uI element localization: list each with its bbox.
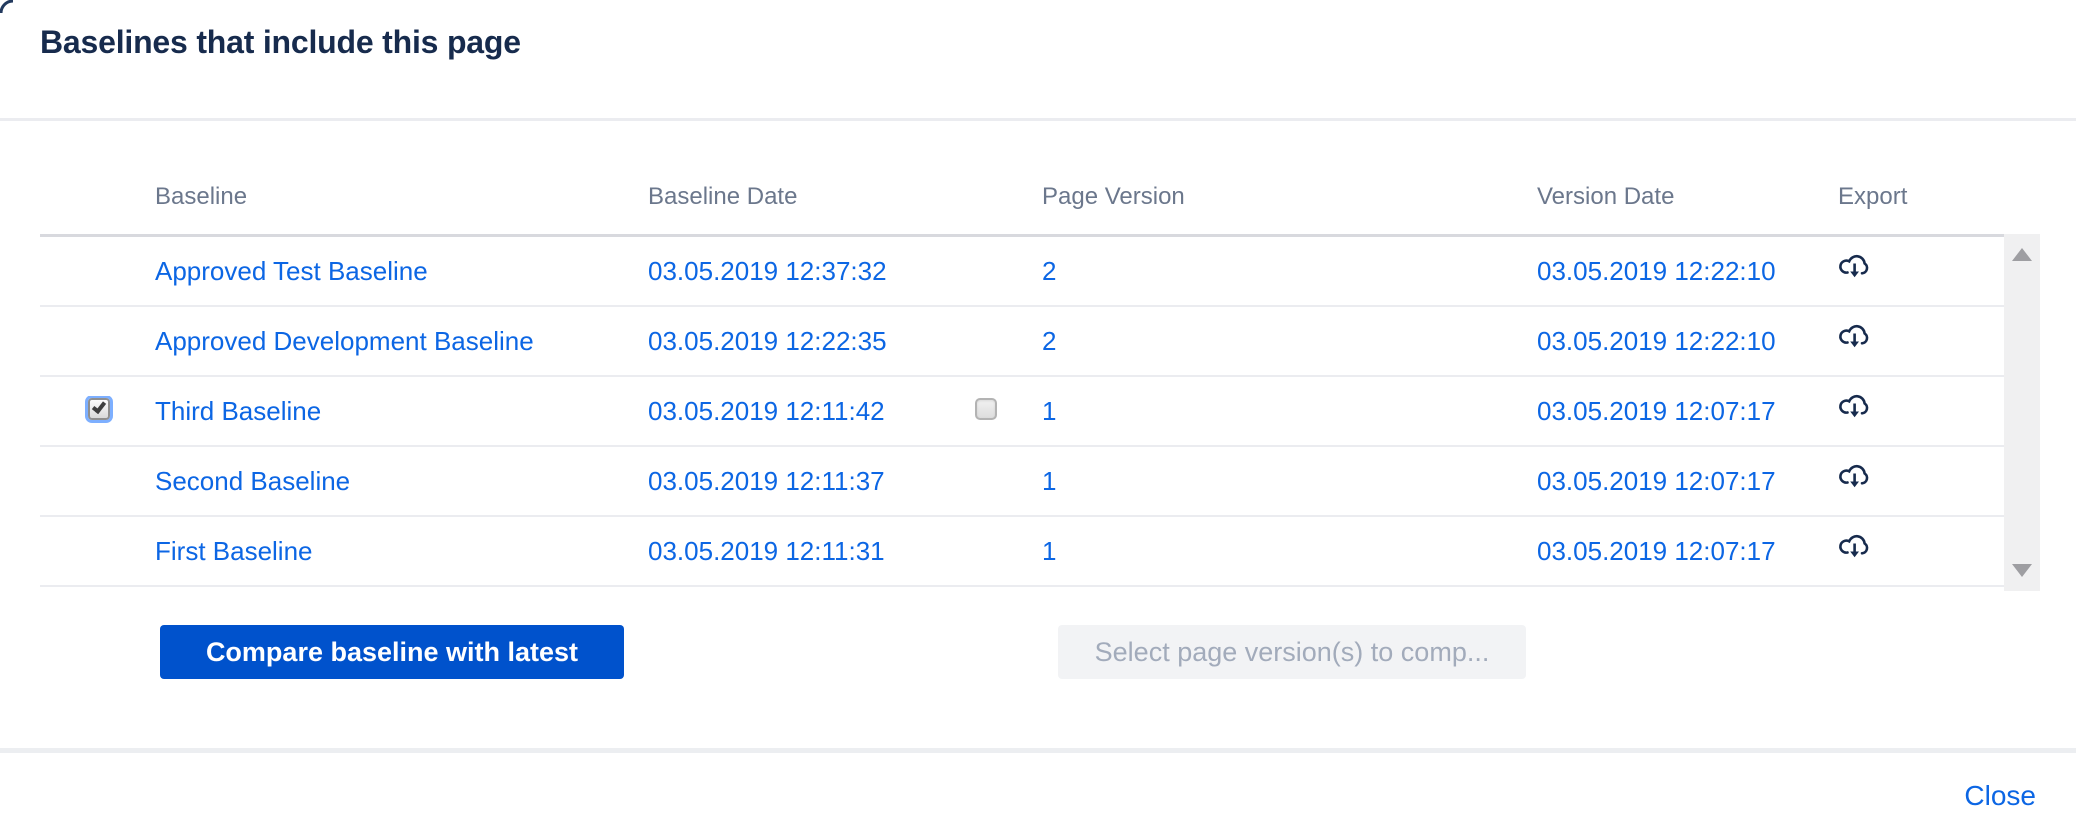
version-date-link[interactable]: 03.05.2019 12:22:10	[1537, 326, 1776, 356]
baseline-link[interactable]: Third Baseline	[155, 396, 321, 426]
scrollbar-up-arrow-icon[interactable]	[2012, 248, 2032, 261]
table-row: First Baseline 03.05.2019 12:11:31 1 03.…	[40, 517, 2004, 587]
version-date-link[interactable]: 03.05.2019 12:07:17	[1537, 466, 1776, 496]
row-page-version-cell: 1	[1042, 396, 1537, 427]
page-version-link[interactable]: 2	[1042, 256, 1056, 286]
baseline-date-link[interactable]: 03.05.2019 12:11:31	[648, 536, 885, 566]
page-version-link[interactable]: 2	[1042, 326, 1056, 356]
row-version-date-cell: 03.05.2019 12:07:17	[1537, 396, 1838, 427]
baselines-dialog: Baselines that include this page Baselin…	[0, 0, 2076, 837]
row-baseline-date-cell: 03.05.2019 12:11:42	[648, 396, 975, 427]
baseline-select-checkbox[interactable]	[88, 397, 110, 420]
baseline-date-link[interactable]: 03.05.2019 12:11:42	[648, 396, 885, 426]
baseline-link[interactable]: Second Baseline	[155, 466, 350, 496]
row-baseline-cell: Third Baseline	[155, 396, 648, 427]
row-baseline-cell: Approved Development Baseline	[155, 326, 648, 357]
row-version-checkbox-cell	[975, 466, 1042, 497]
row-version-checkbox-cell	[975, 396, 1042, 427]
row-export-cell	[1838, 253, 2004, 289]
column-header-baseline: Baseline	[155, 183, 248, 210]
baseline-link[interactable]: First Baseline	[155, 536, 313, 566]
row-version-date-cell: 03.05.2019 12:22:10	[1537, 326, 1838, 357]
compare-baseline-button[interactable]: Compare baseline with latest	[160, 625, 624, 679]
page-version-link[interactable]: 1	[1042, 396, 1056, 426]
row-export-cell	[1838, 323, 2004, 359]
table-row: Second Baseline 03.05.2019 12:11:37 1 03…	[40, 447, 2004, 517]
baselines-table: Baseline Baseline Date Page Version Vers…	[40, 160, 2004, 587]
version-date-link[interactable]: 03.05.2019 12:07:17	[1537, 536, 1776, 566]
row-version-checkbox-cell	[975, 326, 1042, 357]
row-version-date-cell: 03.05.2019 12:07:17	[1537, 536, 1838, 567]
table-body: Approved Test Baseline 03.05.2019 12:37:…	[40, 237, 2004, 587]
row-checkbox-cell	[40, 396, 155, 427]
footer-divider	[0, 748, 2076, 753]
table-header-row: Baseline Baseline Date Page Version Vers…	[40, 160, 2004, 237]
row-checkbox-cell	[40, 466, 155, 497]
cloud-download-icon[interactable]	[1838, 463, 1870, 492]
row-version-date-cell: 03.05.2019 12:07:17	[1537, 466, 1838, 497]
check-icon	[91, 398, 107, 414]
table-row: Third Baseline 03.05.2019 12:11:42 1 03.…	[40, 377, 2004, 447]
row-version-checkbox-cell	[975, 536, 1042, 567]
row-baseline-date-cell: 03.05.2019 12:11:37	[648, 466, 975, 497]
row-baseline-date-cell: 03.05.2019 12:37:32	[648, 256, 975, 287]
row-version-date-cell: 03.05.2019 12:22:10	[1537, 256, 1838, 287]
cloud-download-icon[interactable]	[1838, 533, 1870, 562]
baseline-link[interactable]: Approved Test Baseline	[155, 256, 428, 286]
page-version-link[interactable]: 1	[1042, 466, 1056, 496]
baseline-date-link[interactable]: 03.05.2019 12:11:37	[648, 466, 885, 496]
row-page-version-cell: 1	[1042, 536, 1537, 567]
row-page-version-cell: 2	[1042, 256, 1537, 287]
cloud-download-icon[interactable]	[1838, 253, 1870, 282]
row-baseline-date-cell: 03.05.2019 12:11:31	[648, 536, 975, 567]
close-link[interactable]: Close	[1964, 780, 2036, 812]
column-header-export: Export	[1838, 183, 1908, 210]
baseline-date-link[interactable]: 03.05.2019 12:22:35	[648, 326, 887, 356]
scrollbar-down-arrow-icon[interactable]	[2012, 564, 2032, 577]
baseline-link[interactable]: Approved Development Baseline	[155, 326, 534, 356]
column-header-page-version: Page Version	[1042, 183, 1185, 210]
page-version-link[interactable]: 1	[1042, 536, 1056, 566]
row-export-cell	[1838, 393, 2004, 429]
version-date-link[interactable]: 03.05.2019 12:22:10	[1537, 256, 1776, 286]
column-header-baseline-date: Baseline Date	[648, 183, 798, 210]
corner-decoration	[0, 0, 14, 14]
row-baseline-cell: Approved Test Baseline	[155, 256, 648, 287]
cloud-download-icon[interactable]	[1838, 393, 1870, 422]
select-page-versions-button[interactable]: Select page version(s) to comp...	[1058, 625, 1526, 679]
cloud-download-icon[interactable]	[1838, 323, 1870, 352]
row-baseline-cell: Second Baseline	[155, 466, 648, 497]
version-date-link[interactable]: 03.05.2019 12:07:17	[1537, 396, 1776, 426]
row-export-cell	[1838, 463, 2004, 499]
table-row: Approved Test Baseline 03.05.2019 12:37:…	[40, 237, 2004, 307]
table-row: Approved Development Baseline 03.05.2019…	[40, 307, 2004, 377]
dialog-title: Baselines that include this page	[40, 24, 521, 60]
row-checkbox-cell	[40, 256, 155, 287]
row-baseline-cell: First Baseline	[155, 536, 648, 567]
row-page-version-cell: 1	[1042, 466, 1537, 497]
column-header-version-date: Version Date	[1537, 183, 1675, 210]
table-scrollbar[interactable]	[2004, 234, 2040, 591]
row-checkbox-cell	[40, 326, 155, 357]
page-version-checkbox[interactable]	[975, 397, 997, 420]
row-baseline-date-cell: 03.05.2019 12:22:35	[648, 326, 975, 357]
baseline-date-link[interactable]: 03.05.2019 12:37:32	[648, 256, 887, 286]
row-page-version-cell: 2	[1042, 326, 1537, 357]
row-export-cell	[1838, 533, 2004, 569]
title-divider	[0, 118, 2076, 121]
row-checkbox-cell	[40, 536, 155, 567]
row-version-checkbox-cell	[975, 256, 1042, 287]
